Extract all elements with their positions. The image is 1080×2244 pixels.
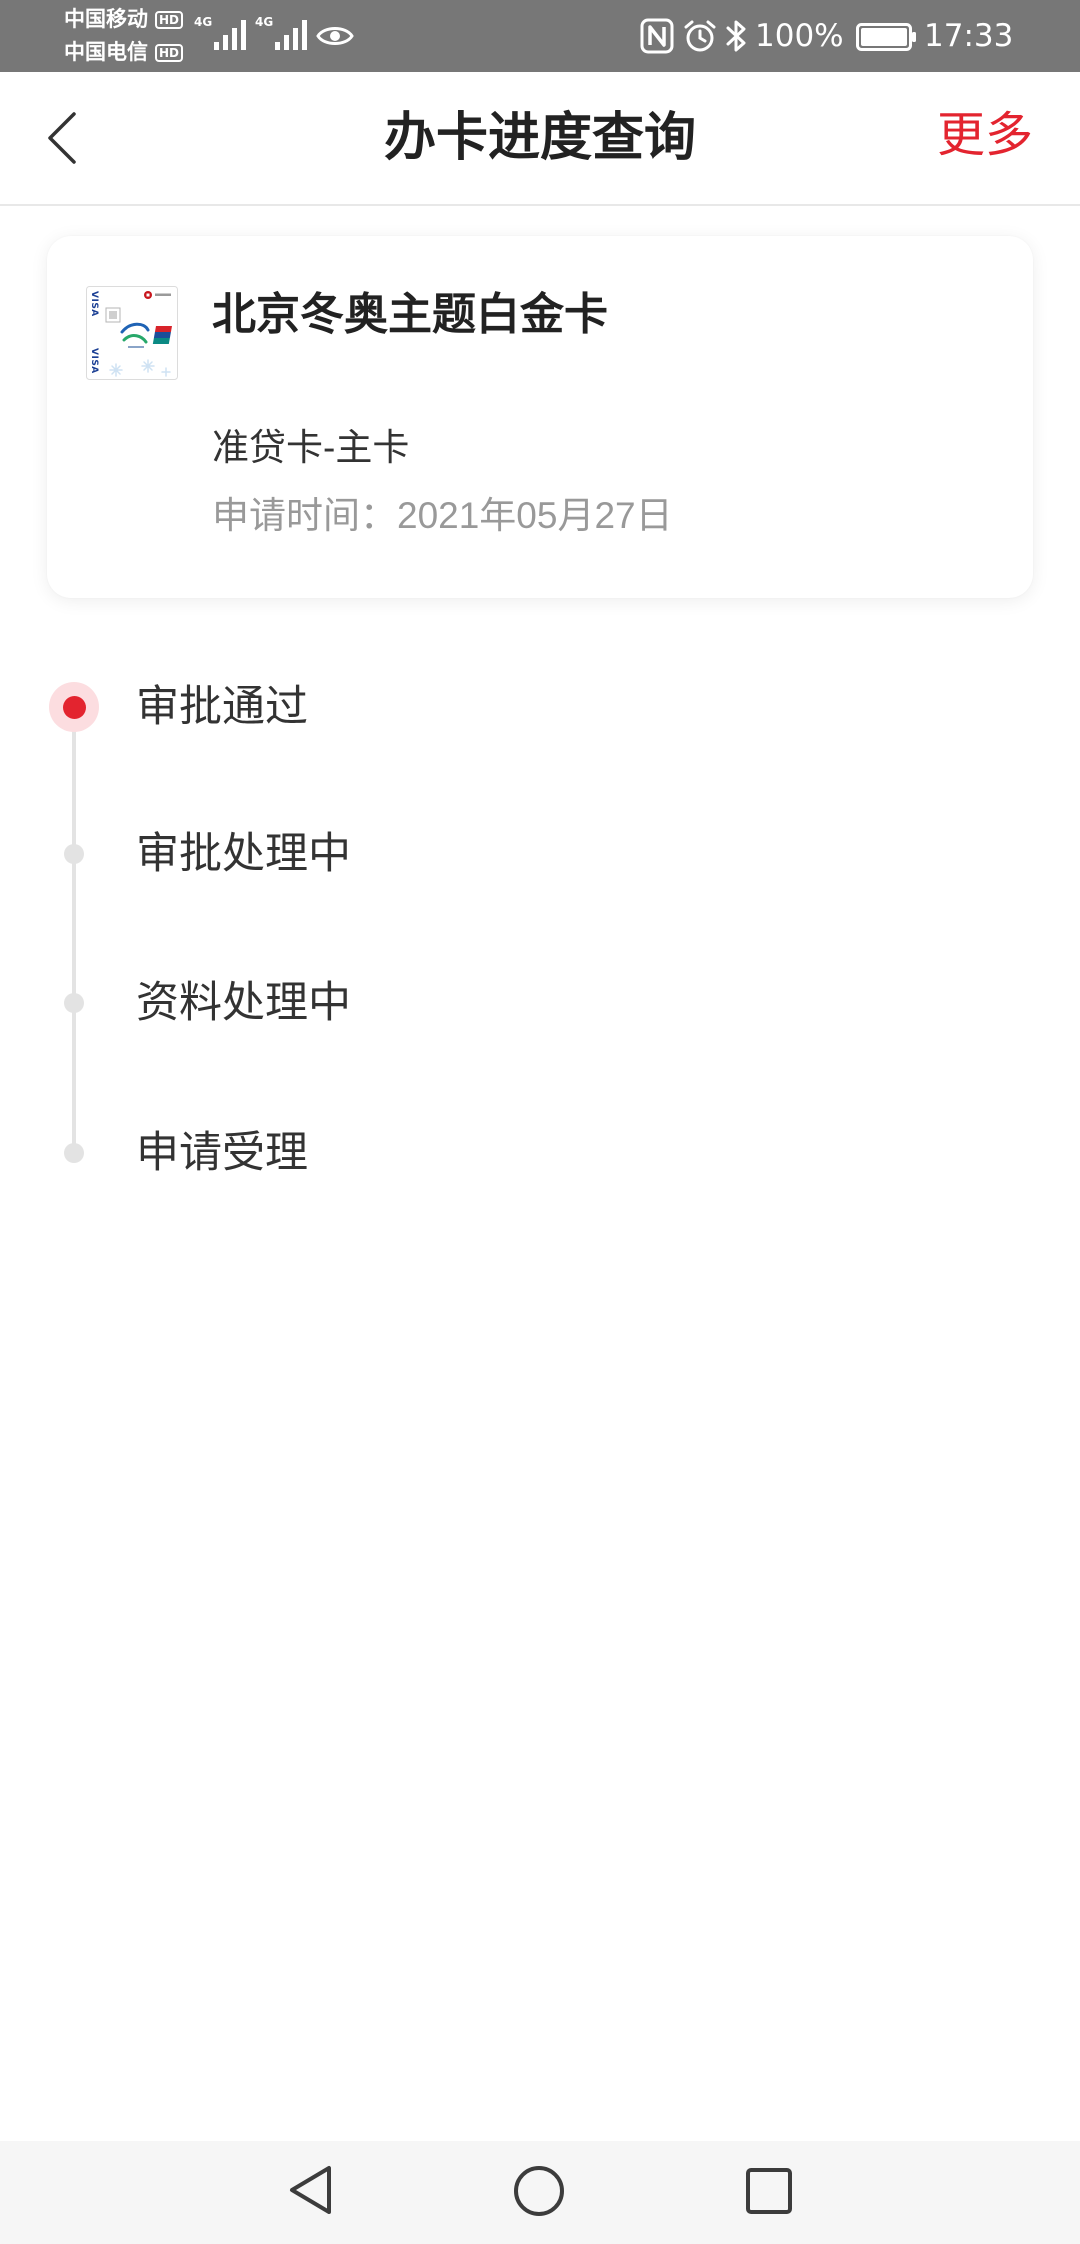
step-dot-icon: [64, 844, 84, 864]
status-bar: 中国移动 HD 中国电信 HD 4G 4G 100% 17:33: [0, 0, 1080, 72]
step-label: 审批处理中: [136, 830, 351, 878]
carrier-2: 中国电信 HD: [64, 40, 184, 66]
eye-icon: [316, 27, 354, 45]
hd-badge: HD: [155, 11, 184, 29]
carrier-1: 中国移动 HD: [64, 7, 184, 33]
network-type: 4G: [255, 15, 274, 29]
bluetooth-icon: [726, 20, 746, 52]
chevron-left-icon: [48, 112, 76, 164]
system-nav-bar: [0, 2141, 1080, 2244]
step-dot-icon: [64, 1143, 84, 1163]
signal-bars-icon: [214, 20, 246, 50]
apply-time: 申请时间：2021年05月27日: [212, 495, 673, 536]
nfc-icon: [640, 18, 674, 54]
progress-step: 资料处理中: [0, 973, 1080, 1033]
step-dot-icon: [64, 993, 84, 1013]
nav-back-icon[interactable]: [286, 2164, 334, 2216]
card-summary[interactable]: VISA VISA 北京冬奥主题白金卡 准贷卡-主卡 申请时间：2021年05月…: [47, 236, 1033, 598]
step-label: 申请受理: [136, 1129, 308, 1177]
signal-bars-icon: [275, 20, 307, 50]
hd-badge: HD: [155, 44, 184, 62]
back-button[interactable]: [40, 110, 84, 166]
timeline-line: [72, 707, 76, 1153]
nav-recents-icon[interactable]: [744, 2166, 794, 2216]
more-button[interactable]: 更多: [937, 72, 1033, 200]
step-dot-icon: [49, 682, 99, 732]
clock: 17:33: [924, 18, 1014, 54]
signal-icon: 4G: [194, 14, 250, 54]
card-type: 准贷卡-主卡: [212, 427, 410, 468]
progress-step: 审批通过: [0, 677, 1080, 737]
app-header: 办卡进度查询 更多: [0, 72, 1080, 206]
battery-percent: 100%: [755, 18, 844, 54]
nav-home-icon[interactable]: [512, 2164, 566, 2218]
credit-card-thumbnail: VISA VISA: [86, 286, 178, 380]
card-image-icon: [86, 286, 178, 380]
battery-fill: [861, 28, 907, 46]
network-type: 4G: [194, 15, 213, 29]
signal-icon: 4G: [255, 14, 311, 54]
progress-step: 申请受理: [0, 1123, 1080, 1183]
page-title: 办卡进度查询: [383, 109, 696, 167]
step-label: 资料处理中: [136, 979, 351, 1027]
visa-logo: VISA: [89, 291, 99, 317]
carrier-name: 中国电信: [64, 41, 148, 64]
visa-logo: VISA: [89, 348, 99, 374]
progress-step: 审批处理中: [0, 824, 1080, 884]
card-name: 北京冬奥主题白金卡: [212, 290, 608, 339]
battery-icon: [856, 23, 916, 51]
step-label: 审批通过: [136, 683, 308, 731]
alarm-icon: [684, 20, 716, 52]
carrier-name: 中国移动: [64, 8, 148, 31]
